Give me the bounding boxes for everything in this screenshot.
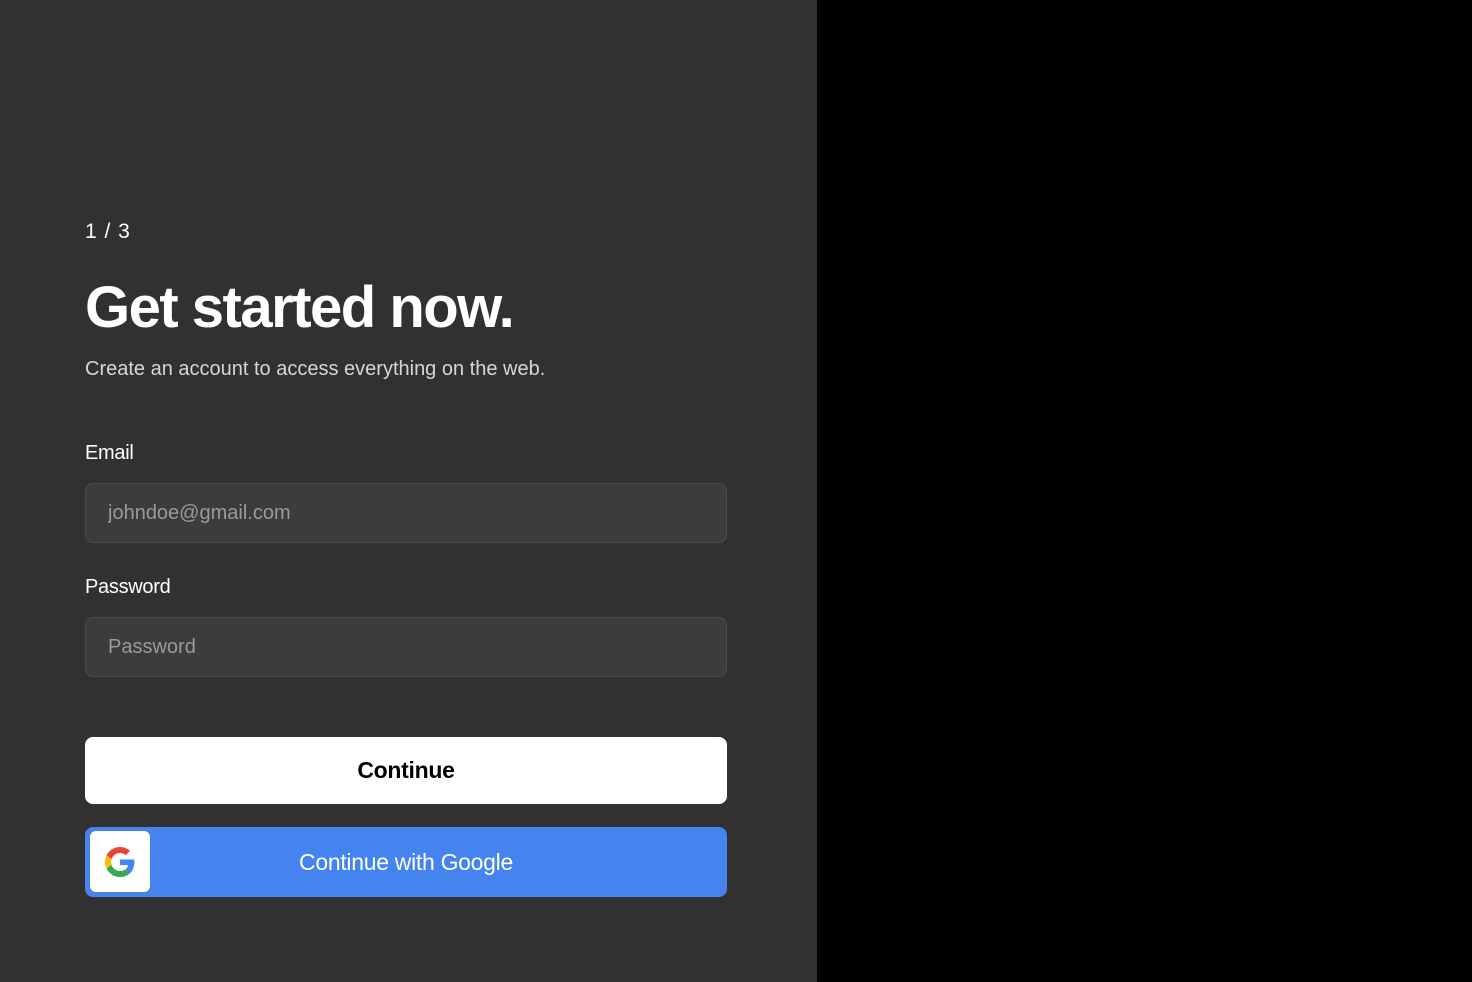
continue-button-label: Continue bbox=[357, 757, 455, 783]
page-title: Get started now. bbox=[85, 275, 515, 340]
hero-panel bbox=[817, 0, 1472, 982]
google-icon bbox=[90, 831, 150, 892]
step-indicator: 1 / 3 bbox=[85, 220, 131, 243]
continue-button[interactable]: Continue bbox=[85, 737, 727, 804]
email-label: Email bbox=[85, 442, 134, 464]
signup-panel: 1 / 3 Get started now. Create an account… bbox=[0, 0, 817, 982]
google-button-label: Continue with Google bbox=[299, 848, 513, 875]
google-g-logo bbox=[105, 846, 135, 877]
password-input[interactable] bbox=[85, 617, 727, 677]
signup-page: 1 / 3 Get started now. Create an account… bbox=[0, 0, 1472, 982]
password-label: Password bbox=[85, 576, 171, 598]
continue-with-google-button[interactable]: Continue with Google bbox=[85, 827, 727, 897]
signup-form: 1 / 3 Get started now. Create an account… bbox=[85, 218, 727, 897]
email-input[interactable] bbox=[85, 483, 727, 543]
page-subtitle: Create an account to access everything o… bbox=[85, 358, 546, 380]
